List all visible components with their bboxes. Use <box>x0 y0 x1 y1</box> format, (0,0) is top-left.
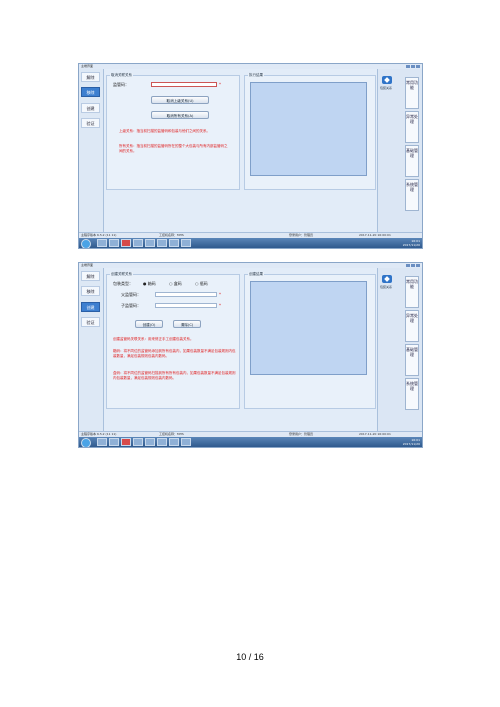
taskbar-app-icon[interactable] <box>145 239 155 247</box>
start-button-icon[interactable] <box>81 239 91 248</box>
nav-item-remove[interactable]: 移除 <box>81 87 100 97</box>
note-carton-code: 盒码：将不同位的监管码扫描到所有所有包装内，如果包装数量不满足包装规则内包装数量… <box>113 371 236 380</box>
taskbar-app-icon[interactable] <box>133 438 143 446</box>
taskbar: 16:01 2017/11/20 <box>79 437 422 447</box>
tab-basic-management[interactable]: 基础管理 <box>405 145 419 177</box>
panel-title: 创建关联关系 <box>110 272 133 277</box>
required-mark: * <box>219 292 221 297</box>
left-nav: 解除 移除 创建 验证 <box>79 69 104 235</box>
note-create: 创建监管码关联关系：用来修正手工创建包装关系。 <box>113 337 194 341</box>
taskbar-app-icon[interactable] <box>157 239 167 247</box>
tab-exception-handling[interactable]: 异常处理 <box>405 310 419 342</box>
window-controls <box>406 65 420 68</box>
nav-item-verify[interactable]: 验证 <box>81 118 100 128</box>
result-box <box>250 82 367 176</box>
taskbar-app-icon[interactable] <box>181 438 191 446</box>
screenshot-create-relation: 主端界面 解除 移除 创建 验证 创建关联关系 包装类型： ● 箱码 ○ 盒码 … <box>78 262 423 448</box>
required-mark: * <box>219 82 221 87</box>
right-sidebar: 包装关系 常用功能 异常处理 基础管理 系统管理 <box>377 69 422 235</box>
create-button[interactable]: 创建(O) <box>135 320 163 328</box>
required-mark: * <box>219 303 221 308</box>
nav-item-create[interactable]: 创建 <box>81 103 100 113</box>
taskbar-app-icon[interactable] <box>109 239 119 247</box>
nav-item-verify[interactable]: 验证 <box>81 317 100 327</box>
result-panel: 创建结果 <box>244 272 376 409</box>
close-icon[interactable] <box>416 264 420 267</box>
taskbar-app-icon[interactable] <box>145 438 155 446</box>
maximize-icon[interactable] <box>411 65 415 68</box>
system-tray: 16:01 2017/11/20 <box>403 438 420 446</box>
note-box-code: 箱码：将不同位的监管码添加到所有包装内，如果包装数量不满足包装规则内包装数量，满… <box>113 349 236 358</box>
taskbar-app-icon[interactable] <box>97 438 107 446</box>
tab-common-functions[interactable]: 常用功能 <box>405 77 419 109</box>
nav-item-create[interactable]: 创建 <box>81 302 100 312</box>
taskbar-app-icon[interactable] <box>97 239 107 247</box>
radio-carton-code[interactable]: ○ 盒码 <box>169 281 182 286</box>
taskbar-app-icon[interactable] <box>181 239 191 247</box>
parent-code-input[interactable] <box>155 292 217 297</box>
taskbar-app-icon[interactable] <box>169 239 179 247</box>
radio-bottle-code[interactable]: ○ 瓶码 <box>195 281 208 286</box>
note-parent-relation: 上级关系：指当前扫描的监管码和包装与他们之间的关系。 <box>119 129 210 133</box>
tray-date: 2017/11/20 <box>402 442 420 446</box>
package-logo-icon <box>382 275 392 283</box>
result-title: 创建结果 <box>248 272 264 277</box>
supervision-code-input[interactable] <box>151 82 217 87</box>
tab-system-management[interactable]: 系统管理 <box>405 179 419 211</box>
package-logo-icon <box>382 76 392 84</box>
tab-system-management[interactable]: 系统管理 <box>405 378 419 410</box>
taskbar: 16:01 2017/11/20 <box>79 238 422 248</box>
package-type-label: 包装类型： <box>113 281 133 286</box>
taskbar-app-icon[interactable] <box>121 239 131 247</box>
logo-label: 包装关系 <box>380 285 393 289</box>
nav-item-unbind[interactable]: 解除 <box>81 72 100 82</box>
minimize-icon[interactable] <box>406 264 410 267</box>
main-area: 取消关联关系 监管码： * 取消上级关系(U) 取消所有关系(A) 上级关系：指… <box>104 69 379 235</box>
main-area: 创建关联关系 包装类型： ● 箱码 ○ 盒码 ○ 瓶码 父监管码： * 子监管码… <box>104 268 379 434</box>
parent-code-label: 父监管码： <box>121 292 141 297</box>
left-nav: 解除 移除 创建 验证 <box>79 268 104 434</box>
system-tray: 16:01 2017/11/20 <box>403 239 420 247</box>
page-number: 10 / 16 <box>236 652 264 662</box>
tab-common-functions[interactable]: 常用功能 <box>405 276 419 308</box>
taskbar-app-icon[interactable] <box>157 438 167 446</box>
taskbar-app-icon[interactable] <box>133 239 143 247</box>
maximize-icon[interactable] <box>411 264 415 267</box>
taskbar-app-icon[interactable] <box>121 438 131 446</box>
nav-item-remove[interactable]: 移除 <box>81 286 100 296</box>
clear-button[interactable]: 清除(C) <box>173 320 201 328</box>
taskbar-app-icon[interactable] <box>169 438 179 446</box>
result-box <box>250 281 367 375</box>
window-controls <box>406 264 420 267</box>
close-icon[interactable] <box>416 65 420 68</box>
panel-title: 取消关联关系 <box>110 73 133 78</box>
result-panel: 执行结果 <box>244 73 376 190</box>
cancel-all-button[interactable]: 取消所有关系(A) <box>151 111 209 119</box>
screenshot-cancel-relation: 主端界面 解除 移除 创建 验证 取消关联关系 监管码： * 取消上级关系(U)… <box>78 63 423 249</box>
cancel-relation-panel: 取消关联关系 监管码： * 取消上级关系(U) 取消所有关系(A) 上级关系：指… <box>106 73 240 190</box>
child-code-label: 子监管码： <box>121 303 141 308</box>
nav-item-unbind[interactable]: 解除 <box>81 271 100 281</box>
tab-basic-management[interactable]: 基础管理 <box>405 344 419 376</box>
right-sidebar: 包装关系 常用功能 异常处理 基础管理 系统管理 <box>377 268 422 434</box>
create-relation-panel: 创建关联关系 包装类型： ● 箱码 ○ 盒码 ○ 瓶码 父监管码： * 子监管码… <box>106 272 240 409</box>
tray-date: 2017/11/20 <box>402 243 420 247</box>
logo-label: 包装关系 <box>380 86 393 90</box>
radio-box-code[interactable]: ● 箱码 <box>143 281 156 286</box>
tab-exception-handling[interactable]: 异常处理 <box>405 111 419 143</box>
child-code-input[interactable] <box>155 303 217 308</box>
supervision-code-label: 监管码： <box>113 82 129 87</box>
cancel-parent-button[interactable]: 取消上级关系(U) <box>151 96 209 104</box>
result-title: 执行结果 <box>248 73 264 78</box>
minimize-icon[interactable] <box>406 65 410 68</box>
taskbar-app-icon[interactable] <box>109 438 119 446</box>
start-button-icon[interactable] <box>81 438 91 447</box>
note-all-relation: 所有关系：指当前扫描的监管码所在的整个大包装与所有内部监管码之间的关系。 <box>119 144 228 153</box>
